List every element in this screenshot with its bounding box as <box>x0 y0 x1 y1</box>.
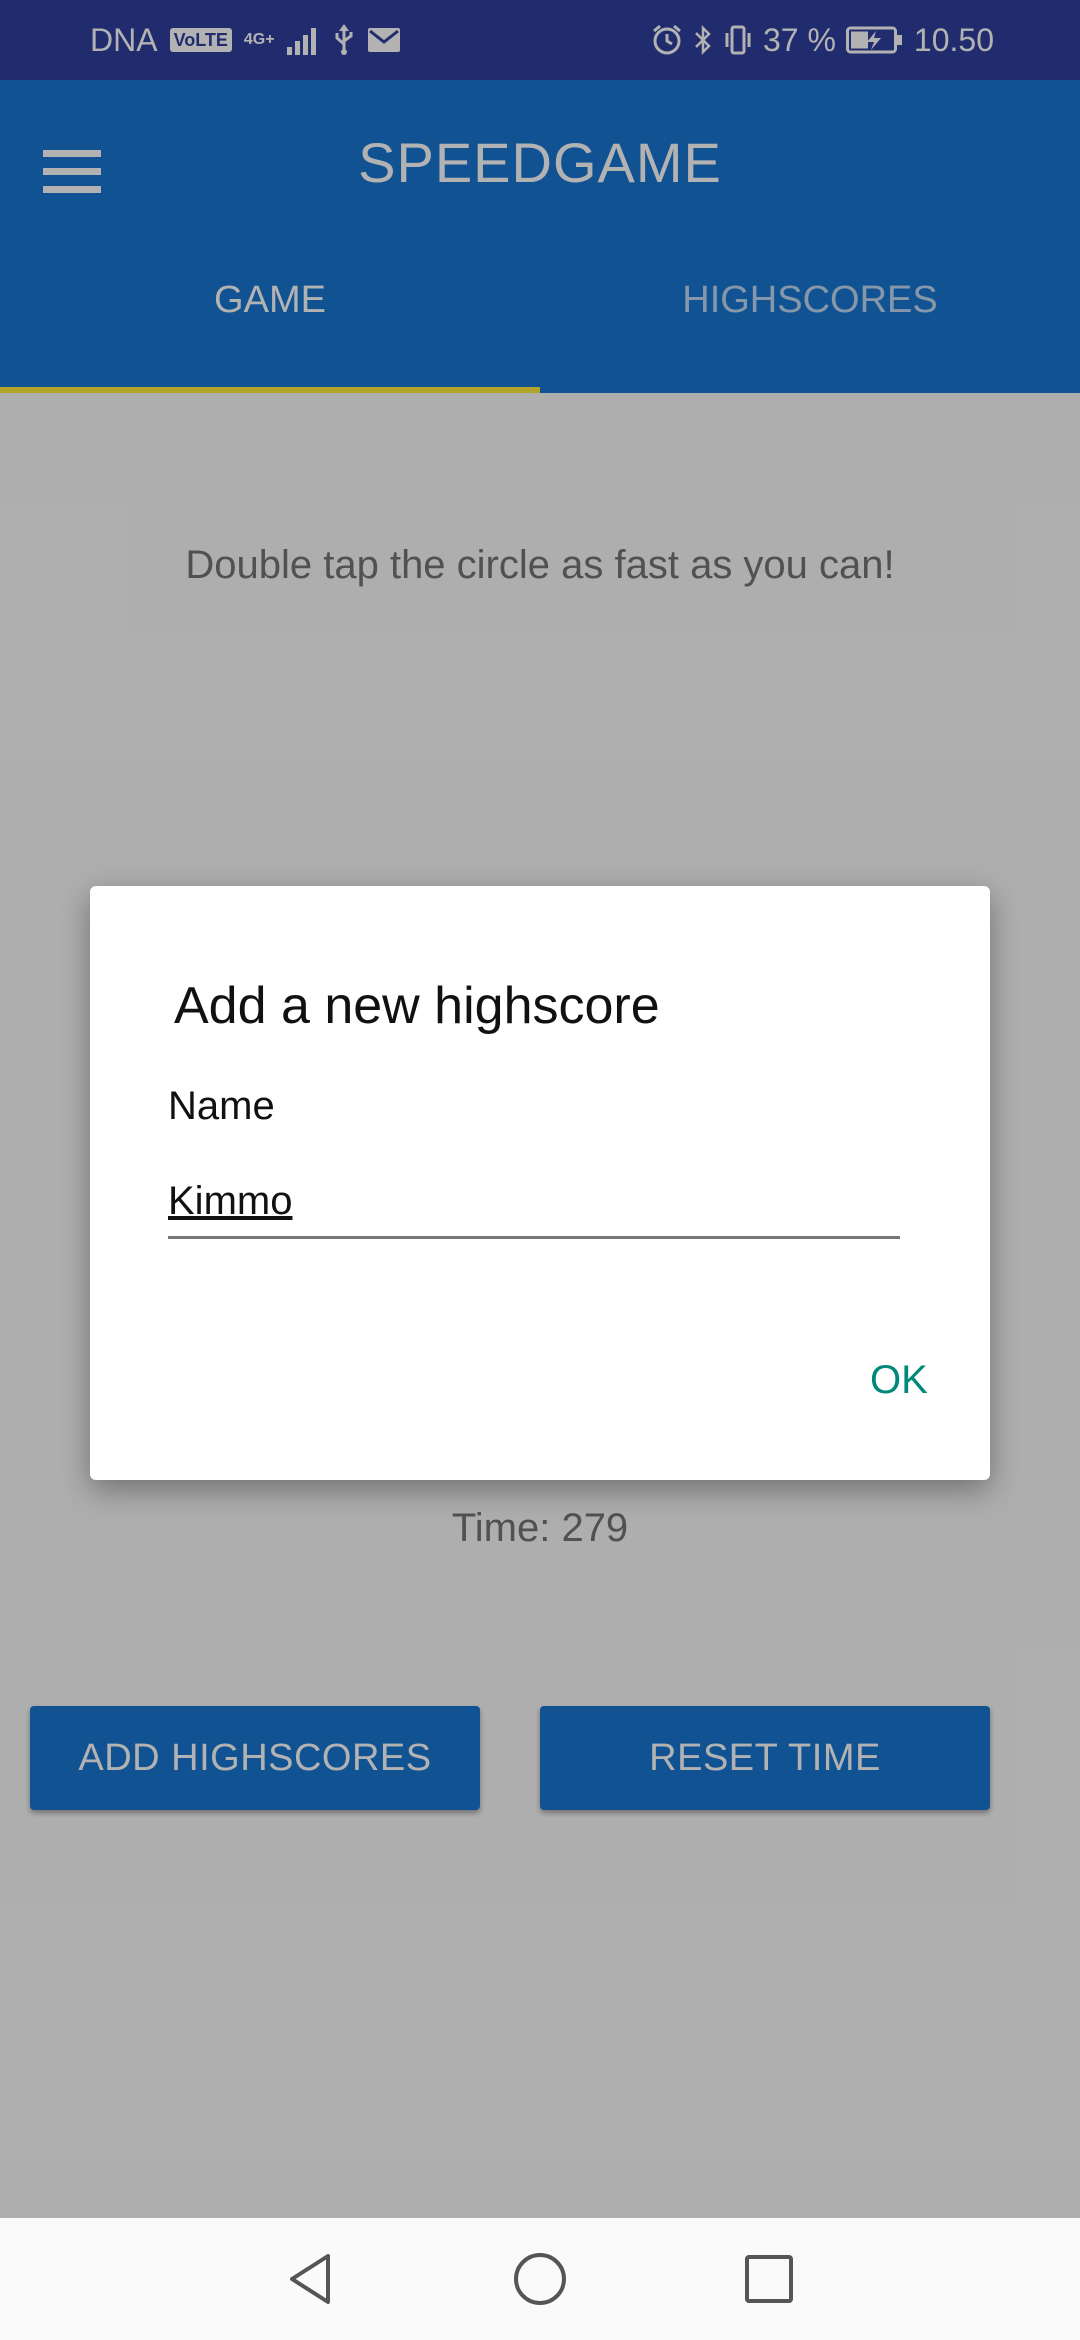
add-highscore-dialog: Add a new highscore Name OK <box>90 886 990 1480</box>
system-nav-bar <box>0 2218 1080 2340</box>
recents-square-icon <box>745 2255 793 2303</box>
ok-button[interactable]: OK <box>860 1352 938 1409</box>
recents-button[interactable] <box>738 2248 800 2310</box>
name-input[interactable] <box>168 1166 900 1239</box>
back-button[interactable] <box>280 2248 342 2310</box>
speedgame-screen: DNA VoLTE 4G+ 37 % 10.50 SPEEDGAME GAME … <box>0 0 1080 2340</box>
back-triangle-icon <box>290 2254 330 2304</box>
name-field-label: Name <box>168 1084 275 1128</box>
dialog-title: Add a new highscore <box>174 977 660 1035</box>
home-circle-icon <box>514 2253 566 2305</box>
home-button[interactable] <box>509 2248 571 2310</box>
